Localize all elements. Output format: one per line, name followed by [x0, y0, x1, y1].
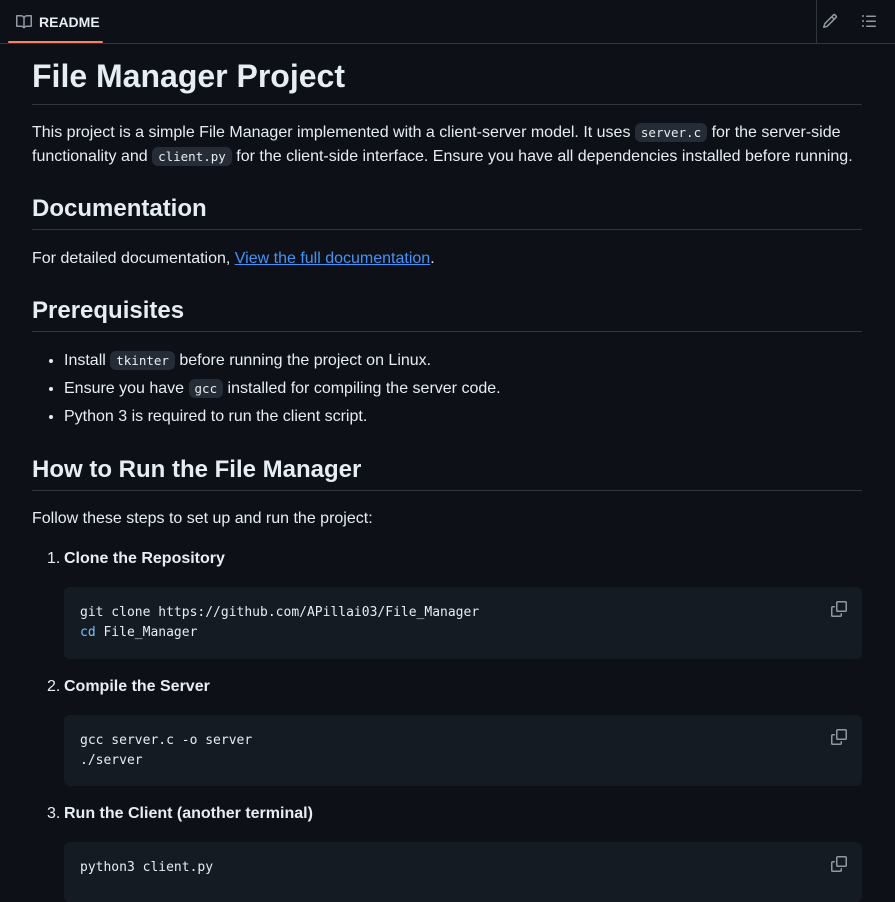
code-block: python3 client.py	[64, 842, 862, 902]
inline-code-client: client.py	[152, 147, 232, 166]
code-line: gcc server.c -o server	[80, 731, 846, 751]
edit-button[interactable]	[821, 12, 839, 30]
list-item-text: Ensure you have	[64, 380, 189, 397]
code-block: git clone https://github.com/APillai03/F…	[64, 587, 862, 659]
code-line: ./server	[80, 751, 846, 771]
list-icon	[861, 13, 877, 29]
documentation-text: For detailed documentation,	[32, 250, 235, 267]
list-item-text: installed for compiling the server code.	[223, 380, 501, 397]
tab-label: README	[39, 14, 100, 30]
heading-how-to-run: How to Run the File Manager	[32, 455, 862, 491]
list-item: Ensure you have gcc installed for compil…	[64, 377, 862, 401]
tab-readme[interactable]: README	[8, 0, 103, 44]
list-item: Python 3 is required to run the client s…	[64, 405, 862, 429]
inline-code-tkinter: tkinter	[110, 351, 175, 370]
page-title: File Manager Project	[32, 44, 862, 105]
list-item-text: Install	[64, 352, 111, 369]
step-title: Compile the Server	[64, 678, 210, 695]
copy-icon	[831, 856, 847, 872]
readme-header: README	[0, 0, 895, 44]
outline-button[interactable]	[860, 12, 878, 30]
list-item: Install tkinter before running the proje…	[64, 349, 862, 373]
intro-text: for the client-side interface. Ensure yo…	[231, 148, 853, 165]
list-item-text: before running the project on Linux.	[174, 352, 432, 369]
step-number: 2.	[47, 678, 61, 695]
code-text: File_Manager	[95, 625, 198, 640]
copy-button[interactable]	[830, 728, 848, 746]
copy-button[interactable]	[830, 855, 848, 873]
readme-content: File Manager Project This project is a s…	[32, 44, 862, 902]
documentation-paragraph: For detailed documentation, View the ful…	[32, 247, 435, 271]
heading-documentation: Documentation	[32, 194, 862, 230]
code-line: git clone https://github.com/APillai03/F…	[80, 603, 846, 623]
intro-text: for the server-side	[707, 124, 841, 141]
book-icon	[16, 14, 32, 30]
code-line: python3 client.py	[80, 858, 846, 878]
toolbar-divider	[816, 0, 817, 44]
inline-code-server: server.c	[634, 123, 708, 142]
pencil-icon	[822, 13, 838, 29]
copy-icon	[831, 729, 847, 745]
code-text: ./server	[80, 753, 143, 768]
list-item-text: Python 3 is required to run the client s…	[64, 408, 368, 425]
code-text: gcc server.c -o server	[80, 733, 253, 748]
code-text: git clone https://github.com/APillai03/F…	[80, 605, 480, 620]
code-keyword: cd	[80, 625, 96, 640]
documentation-period: .	[430, 250, 435, 267]
step-number: 3.	[47, 805, 61, 822]
copy-icon	[831, 601, 847, 617]
step-3: 3. Run the Client (another terminal) pyt…	[32, 802, 862, 902]
step-number: 1.	[47, 550, 61, 567]
inline-code-gcc: gcc	[188, 379, 224, 398]
howto-intro: Follow these steps to set up and run the…	[32, 510, 373, 527]
intro-text: This project is a simple File Manager im…	[32, 124, 635, 141]
copy-button[interactable]	[830, 600, 848, 618]
documentation-link[interactable]: View the full documentation	[235, 250, 430, 267]
code-block: gcc server.c -o server ./server	[64, 715, 862, 786]
step-title: Clone the Repository	[64, 550, 225, 567]
step-title: Run the Client (another terminal)	[64, 805, 313, 822]
intro-paragraph: This project is a simple File Manager im…	[32, 121, 862, 169]
code-line: cd File_Manager	[80, 623, 846, 643]
intro-text: functionality and	[32, 148, 153, 165]
code-text: python3 client.py	[80, 860, 214, 875]
prerequisites-list: Install tkinter before running the proje…	[32, 349, 862, 433]
heading-prerequisites: Prerequisites	[32, 296, 862, 332]
active-tab-indicator	[8, 41, 103, 43]
